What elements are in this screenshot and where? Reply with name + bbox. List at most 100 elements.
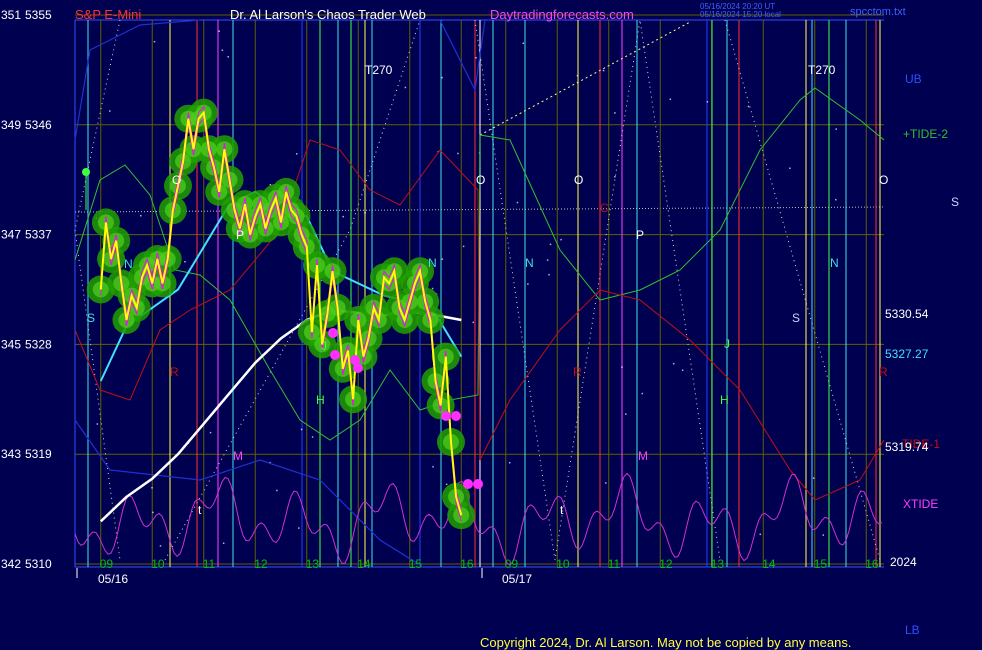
site-title: Dr. Al Larson's Chaos Trader Web: [230, 7, 426, 22]
s-label: S: [951, 195, 959, 209]
star-dot: [276, 489, 278, 492]
x-hour-label: 09: [505, 557, 519, 571]
chaos-trader-chart: S&P E-Mini Dr. Al Larson's Chaos Trader …: [0, 0, 982, 650]
star-dot: [614, 112, 616, 114]
x-hour-label: 15: [409, 557, 423, 571]
star-dot: [706, 101, 709, 103]
year-label: 2024: [890, 555, 917, 569]
marker-label: M: [233, 449, 243, 463]
star-dot: [221, 49, 224, 51]
star-dot: [669, 98, 672, 101]
star-dot: [96, 423, 99, 425]
marker-label: S: [87, 311, 95, 325]
star-dot: [431, 287, 434, 290]
x-hour-label: 11: [608, 557, 621, 571]
pivot-dot: [451, 411, 461, 421]
y-code-label: 351: [1, 8, 21, 22]
star-dot: [546, 259, 549, 261]
x-hour-label: 14: [762, 557, 776, 571]
star-dot: [159, 545, 162, 547]
star-dot: [835, 128, 837, 130]
y-code-label: 345: [1, 337, 21, 351]
star-dot: [672, 362, 675, 365]
chart-background: [0, 0, 982, 650]
marker-label: P: [236, 228, 244, 242]
y-price-label: 5310: [25, 557, 52, 571]
site-url[interactable]: Daytradingforecasts.com: [490, 7, 634, 22]
star-dot: [462, 245, 465, 248]
ub-label: UB: [905, 72, 922, 86]
star-dot: [516, 201, 519, 204]
xtide-label: XTIDE: [903, 497, 938, 511]
lb-label: LB: [905, 623, 920, 637]
star-dot: [681, 369, 684, 371]
pivot-dot: [353, 363, 363, 373]
star-dot: [624, 413, 627, 415]
value-label: 5327.27: [885, 347, 929, 361]
y-code-label: 342: [1, 557, 21, 571]
file-name: spcctom.txt: [850, 6, 906, 18]
star-dot: [218, 30, 220, 32]
star-dot: [475, 57, 477, 59]
x-hour-label: 10: [151, 557, 165, 571]
value-label: 5330.54: [885, 307, 929, 321]
star-dot: [364, 212, 366, 214]
y-price-label: 5355: [25, 8, 52, 22]
star-dot: [209, 431, 212, 434]
marker-label: H: [720, 393, 729, 407]
x-hour-label: 12: [659, 557, 673, 571]
marker-label: N: [525, 256, 534, 270]
marker-label: O: [172, 173, 181, 187]
y-price-label: 5337: [25, 228, 52, 242]
star-dot: [605, 482, 607, 484]
star-dot: [184, 260, 186, 263]
star-dot: [222, 542, 225, 545]
star-dot: [227, 56, 229, 58]
marker-label: N: [830, 256, 839, 270]
marker-label: N: [124, 257, 133, 271]
date-label: 05/16: [98, 572, 128, 586]
star-dot: [139, 214, 142, 217]
tide2-label: +TIDE-2: [903, 127, 948, 141]
star-dot: [614, 176, 616, 178]
star-dot: [432, 465, 434, 468]
pivot-dot: [441, 411, 451, 421]
x-hour-label: 09: [100, 557, 114, 571]
star-dot: [522, 42, 525, 45]
y-price-label: 5346: [25, 118, 52, 132]
pivot-dot: [328, 328, 338, 338]
star-dot: [621, 366, 623, 368]
marker-label: R: [879, 365, 888, 379]
star-dot: [759, 533, 762, 536]
pivot-dot: [463, 479, 473, 489]
star-dot: [295, 153, 298, 155]
star-dot: [151, 487, 153, 489]
x-hour-label: 11: [203, 557, 216, 571]
marker-label: R: [573, 365, 582, 379]
x-hour-label: 13: [306, 557, 320, 571]
star-dot: [153, 40, 156, 43]
marker-label: J: [321, 339, 327, 353]
x-hour-label: 10: [556, 557, 570, 571]
star-dot: [441, 76, 443, 79]
instrument-label: S&P E-Mini: [75, 7, 141, 22]
star-dot: [441, 258, 444, 260]
y-code-label: 349: [1, 118, 21, 132]
marker-label: C: [600, 201, 609, 215]
star-dot: [812, 477, 815, 479]
y-code-label: 343: [1, 447, 21, 461]
x-hour-label: 16: [865, 557, 879, 571]
star-dot: [472, 321, 475, 324]
x-hour-label: 15: [814, 557, 828, 571]
marker-label: P: [636, 228, 644, 242]
star-dot: [404, 86, 407, 89]
star-dot: [789, 167, 791, 170]
y-code-label: 347: [1, 228, 21, 242]
star-dot: [747, 105, 750, 108]
star-dot: [311, 436, 314, 438]
star-dot: [457, 152, 459, 155]
star-dot: [641, 392, 644, 395]
x-hour-label: 16: [460, 557, 474, 571]
x-hour-label: 12: [254, 557, 268, 571]
marker-label: R: [170, 365, 179, 379]
